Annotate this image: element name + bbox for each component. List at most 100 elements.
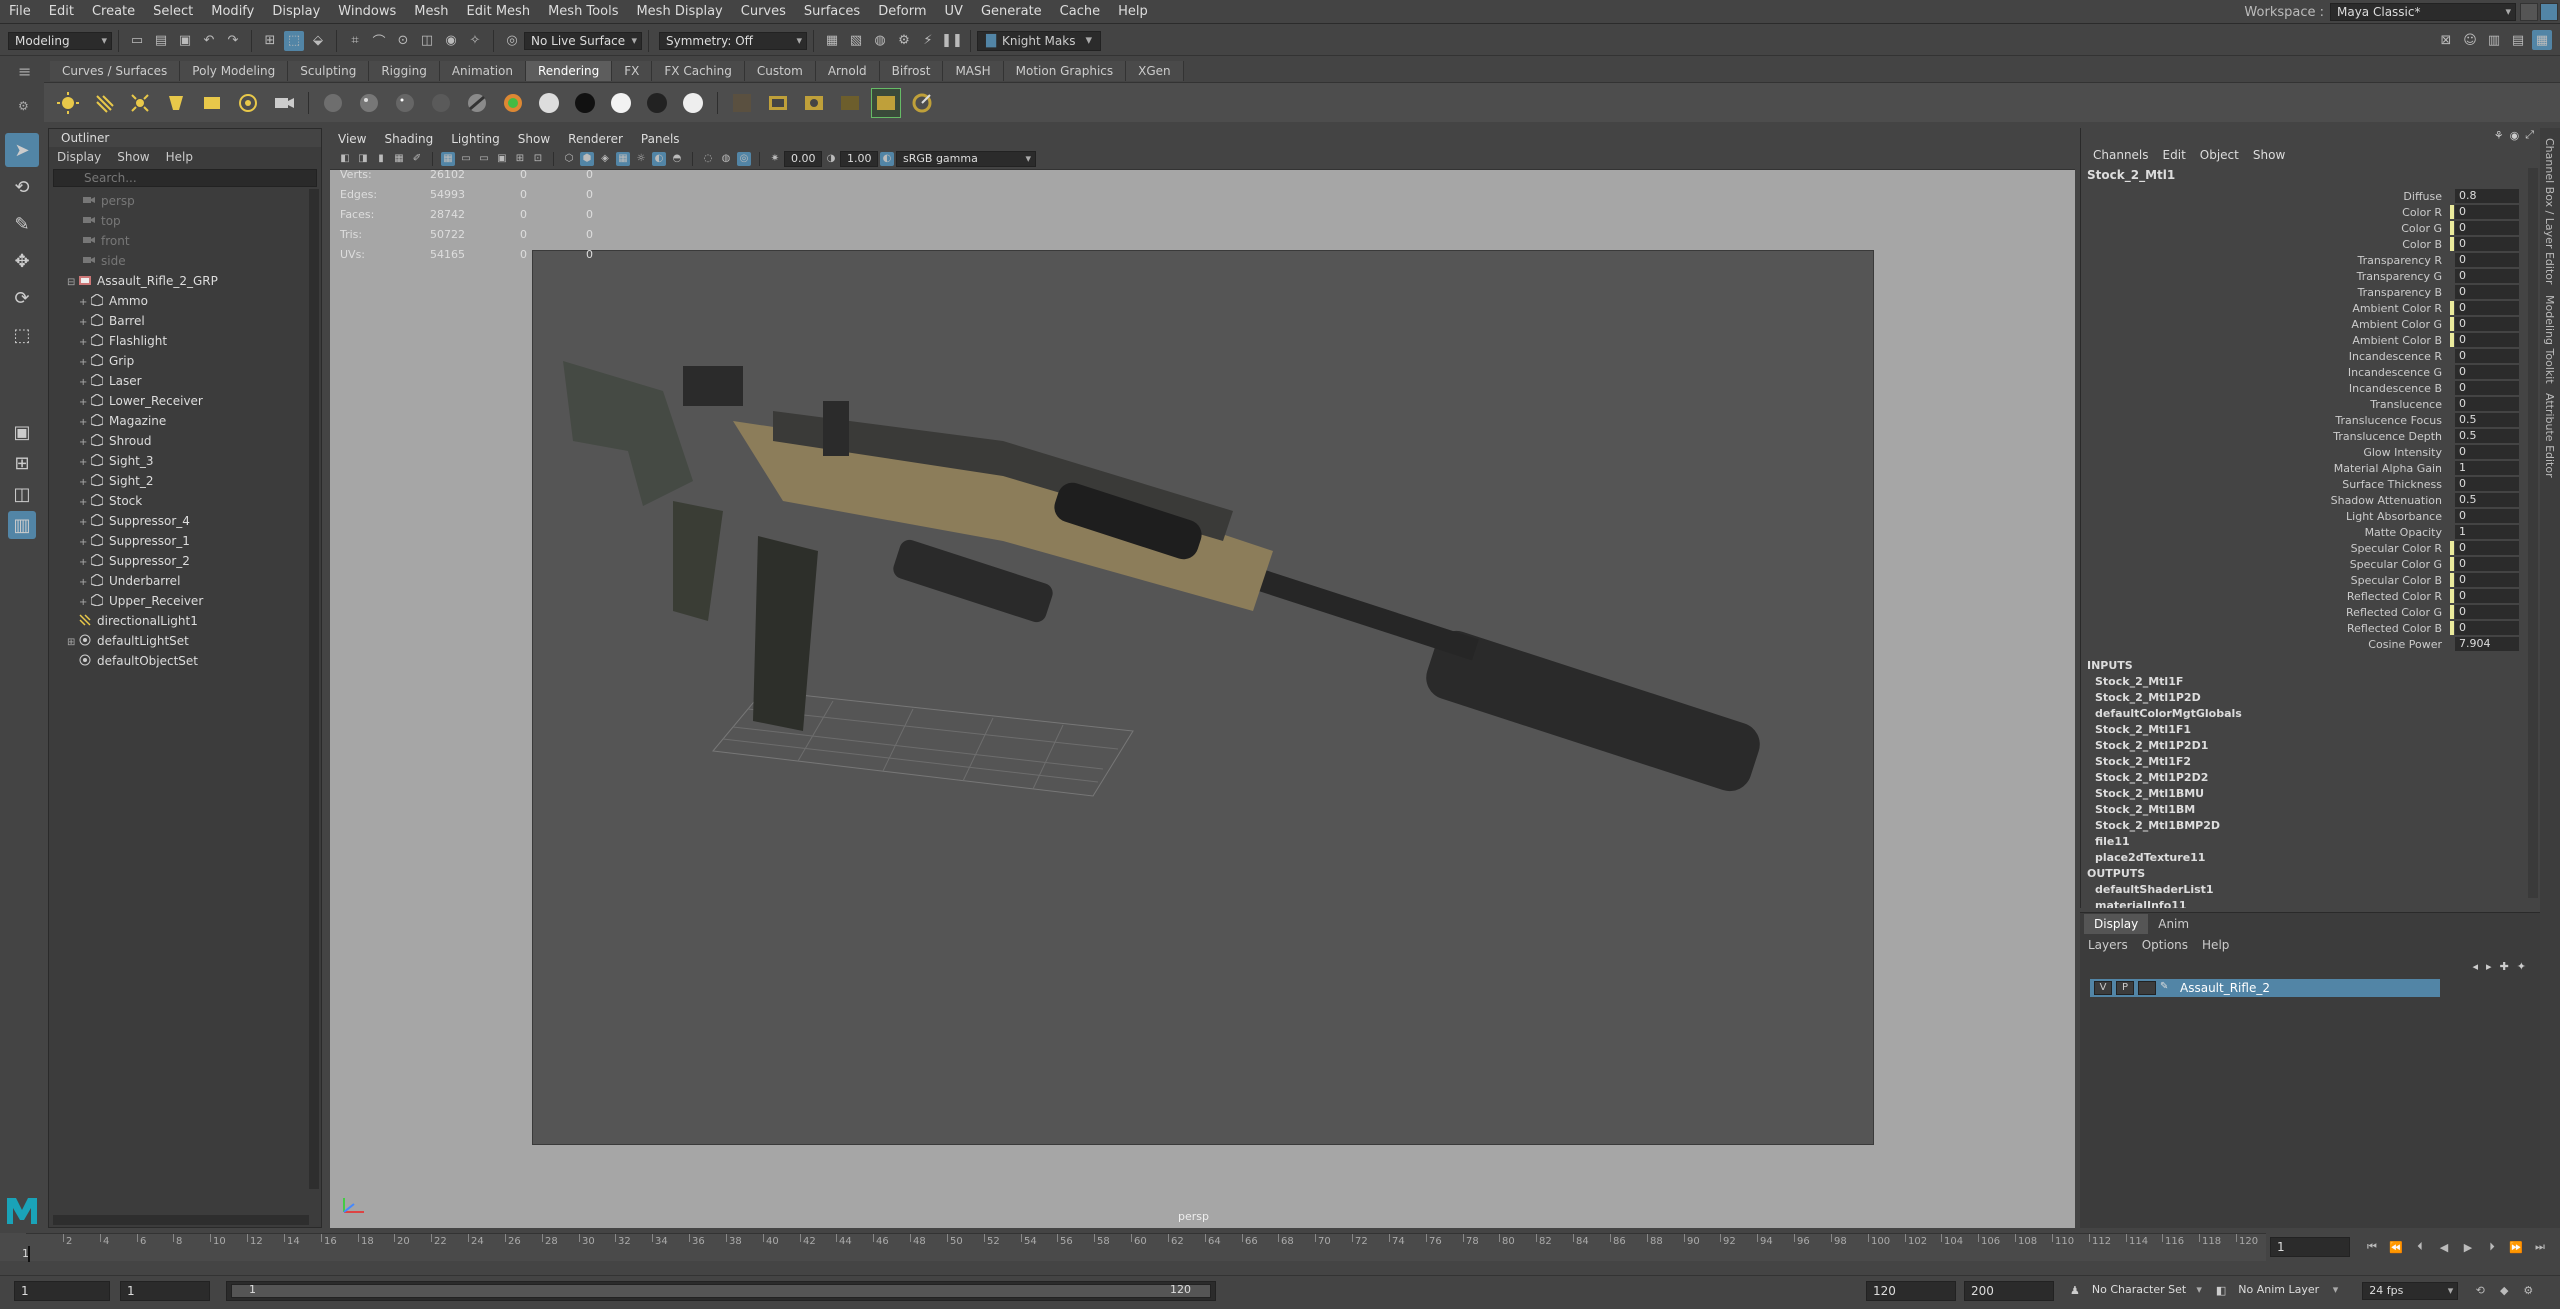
camera-top-row[interactable]: top — [49, 211, 321, 231]
attribute-value[interactable]: 0 — [2455, 621, 2519, 635]
select-hierarchy-icon[interactable]: ⊞ — [260, 31, 280, 51]
attribute-value[interactable]: 0.5 — [2455, 429, 2519, 443]
redo-icon[interactable]: ↷ — [223, 31, 243, 51]
attribute-row[interactable]: Transparency R 0 — [2081, 252, 2540, 268]
attribute-value[interactable]: 0 — [2455, 477, 2519, 491]
time-slider[interactable]: 2 4 6 8 10 12 14 16 18 20 22 24 26 28 30 32 34 36 38 40 42 44… — [26, 1233, 2266, 1261]
attribute-row[interactable]: Translucence Focus 0.5 — [2081, 412, 2540, 428]
attribute-value[interactable]: 0 — [2455, 397, 2519, 411]
attribute-row[interactable]: Material Alpha Gain 1 — [2081, 460, 2540, 476]
mesh-lower_receiver-row[interactable]: + Lower_Receiver — [49, 391, 321, 411]
attribute-row[interactable]: Shadow Attenuation 0.5 — [2081, 492, 2540, 508]
layer-tab-display[interactable]: Display — [2084, 914, 2149, 934]
viewport-menu-lighting[interactable]: Lighting — [451, 132, 500, 146]
range-slider-handle[interactable] — [231, 1283, 1211, 1298]
expand-icon[interactable]: + — [79, 453, 91, 473]
attribute-row[interactable]: Color B 0 — [2081, 236, 2540, 252]
dark-shader-icon[interactable] — [642, 88, 672, 118]
expand-icon[interactable]: + — [79, 393, 91, 413]
attribute-value[interactable]: 0 — [2455, 253, 2519, 267]
input-node[interactable]: Stock_2_Mtl1F1 — [2081, 722, 2540, 738]
gray-shader-icon[interactable] — [606, 88, 636, 118]
hypershade-icon[interactable]: ⚡ — [918, 31, 938, 51]
snap-point-icon[interactable]: ⊙ — [393, 31, 413, 51]
input-node[interactable]: file11 — [2081, 834, 2540, 850]
scale-tool-icon[interactable]: ⬚ — [5, 318, 39, 352]
snap-pivot-icon[interactable]: ✧ — [465, 31, 485, 51]
area-light-icon[interactable] — [197, 88, 227, 118]
attribute-editor-icon[interactable]: ▥ — [2484, 30, 2504, 50]
anim-layer-icon[interactable]: ◧ — [2216, 1284, 2226, 1297]
attribute-value[interactable]: 0.5 — [2455, 493, 2519, 507]
mesh-grip-row[interactable]: + Grip — [49, 351, 321, 371]
menu-select[interactable]: Select — [144, 0, 202, 24]
spot-light-icon[interactable] — [161, 88, 191, 118]
attribute-value[interactable]: 7.904 — [2455, 637, 2519, 651]
exposure-field[interactable]: 0.00 — [784, 150, 822, 167]
attribute-row[interactable]: Surface Thickness 0 — [2081, 476, 2540, 492]
single-view-icon[interactable]: ▣ — [8, 418, 36, 446]
menu-cache[interactable]: Cache — [1051, 0, 1109, 24]
render-view-icon[interactable]: ▦ — [822, 31, 842, 51]
undo-icon[interactable]: ↶ — [199, 31, 219, 51]
layer-menu-options[interactable]: Options — [2142, 938, 2188, 952]
expand-icon[interactable]: + — [79, 353, 91, 373]
open-scene-icon[interactable]: ▤ — [151, 31, 171, 51]
live-surface-icon[interactable]: ◎ — [502, 31, 522, 51]
render-settings-icon[interactable]: ⚙ — [894, 31, 914, 51]
light-shader-icon[interactable] — [678, 88, 708, 118]
side-tab[interactable]: Modeling Toolkit — [2540, 295, 2556, 384]
go-to-end-icon[interactable]: ⏭ — [2530, 1237, 2550, 1257]
gamma-icon[interactable]: ◑ — [824, 152, 838, 166]
layer-tab-anim[interactable]: Anim — [2148, 914, 2199, 934]
attribute-value[interactable]: 1 — [2455, 525, 2519, 539]
character-set-dropdown[interactable]: No Character Set — [2086, 1282, 2206, 1300]
shelf-tab-curves-surfaces[interactable]: Curves / Surfaces — [50, 61, 181, 81]
camera-side-row[interactable]: side — [49, 251, 321, 271]
render-frame-icon[interactable]: ▧ — [846, 31, 866, 51]
attribute-row[interactable]: Reflected Color B 0 — [2081, 620, 2540, 636]
mesh-flashlight-row[interactable]: + Flashlight — [49, 331, 321, 351]
expand-icon[interactable]: ⊞ — [67, 633, 79, 653]
current-frame-field[interactable]: 1 — [2270, 1237, 2350, 1257]
shelf-tab-animation[interactable]: Animation — [439, 61, 526, 81]
select-tool-icon[interactable]: ➤ — [5, 133, 39, 167]
camera-icon[interactable] — [269, 88, 299, 118]
symmetry-dropdown[interactable]: Symmetry: Off — [659, 31, 807, 50]
xray-icon[interactable]: ◌ — [701, 152, 715, 166]
range-slider[interactable]: 1 120 — [226, 1280, 1216, 1301]
phong-shader-icon[interactable] — [390, 88, 420, 118]
attribute-value[interactable]: 0 — [2455, 509, 2519, 523]
side-by-side-icon[interactable]: ◫ — [8, 480, 36, 508]
pause-icon[interactable]: ❚❚ — [941, 31, 963, 51]
modeling-toolkit-icon[interactable]: ⊠ — [2436, 30, 2456, 50]
new-layer-icon[interactable]: ✚ — [2500, 960, 2509, 973]
expand-icon[interactable]: + — [79, 593, 91, 613]
anim-layer-dropdown[interactable]: No Anim Layer — [2232, 1282, 2342, 1300]
window-icon[interactable] — [2520, 3, 2538, 21]
loop-icon[interactable]: ⟲ — [2470, 1281, 2490, 1301]
mesh-suppressor_2-row[interactable]: + Suppressor_2 — [49, 551, 321, 571]
layer-playback-toggle[interactable]: P — [2116, 981, 2134, 995]
default-light-set-row[interactable]: ⊞ defaultLightSet — [49, 631, 321, 651]
channelbox-menu-show[interactable]: Show — [2253, 148, 2285, 162]
lasso-tool-icon[interactable]: ⟲ — [5, 170, 39, 204]
resolution-gate-icon[interactable]: ▭ — [477, 152, 491, 166]
mesh-ammo-row[interactable]: + Ammo — [49, 291, 321, 311]
input-node[interactable]: Stock_2_Mtl1BMP2D — [2081, 818, 2540, 834]
blinn-shader-icon[interactable] — [354, 88, 384, 118]
rotate-tool-icon[interactable]: ⟳ — [5, 281, 39, 315]
expand-icon[interactable]: + — [79, 333, 91, 353]
attribute-row[interactable]: Specular Color B 0 — [2081, 572, 2540, 588]
viewport-menu-view[interactable]: View — [338, 132, 366, 146]
channel-box-icon[interactable]: ▦ — [2532, 30, 2552, 50]
lambert-shader-icon[interactable] — [318, 88, 348, 118]
shelf-tab-poly-modeling[interactable]: Poly Modeling — [180, 61, 289, 81]
layer-row[interactable]: V P ✎ Assault_Rifle_2 — [2090, 979, 2440, 997]
shelf-tab-rigging[interactable]: Rigging — [369, 61, 440, 81]
attribute-row[interactable]: Reflected Color G 0 — [2081, 604, 2540, 620]
attribute-row[interactable]: Ambient Color B 0 — [2081, 332, 2540, 348]
outliner-scrollbar[interactable] — [309, 189, 319, 1189]
outliner-hscrollbar[interactable] — [53, 1215, 309, 1225]
select-object-icon[interactable]: ⬚ — [284, 30, 304, 51]
